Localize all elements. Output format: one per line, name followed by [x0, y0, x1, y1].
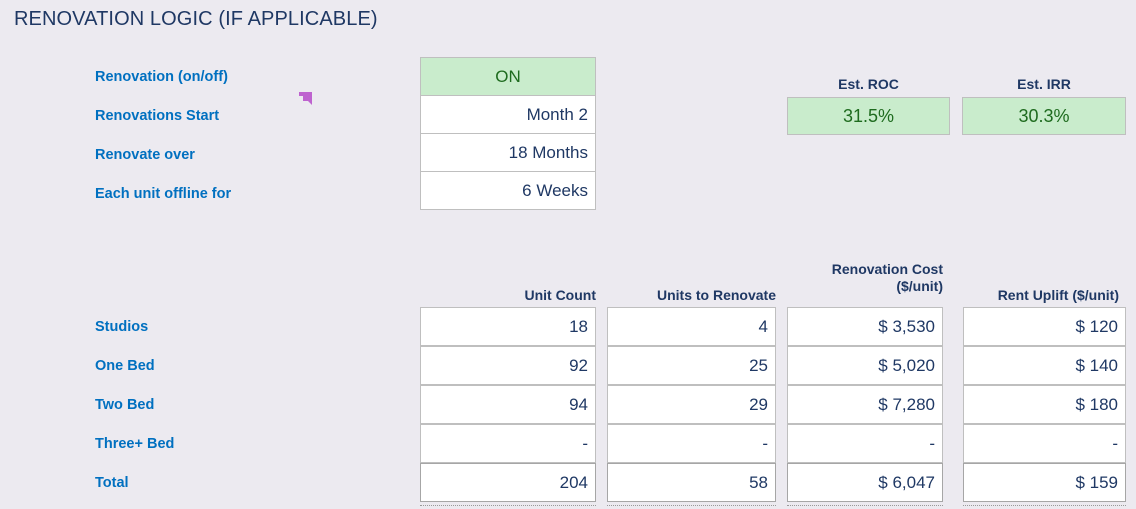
- table-cell-three-plus-bed-rent-uplift[interactable]: -: [963, 424, 1126, 463]
- table-cell-studios-unit-count[interactable]: 18: [420, 307, 596, 346]
- total-underline-renovation-cost: [787, 504, 943, 506]
- table-row-label-studios: Studios: [95, 319, 149, 335]
- table-cell-total-unit-count: 204: [420, 463, 596, 502]
- renovation-toggle-cell[interactable]: ON: [420, 57, 596, 96]
- table-cell-total-rent-uplift: $ 159: [963, 463, 1126, 502]
- renovate-over-cell[interactable]: 18 Months: [420, 133, 596, 172]
- cell-selection-marker-icon: [299, 92, 313, 106]
- table-cell-three-plus-bed-renovation-cost[interactable]: -: [787, 424, 943, 463]
- table-cell-three-plus-bed-units-to-renovate[interactable]: -: [607, 424, 776, 463]
- table-cell-total-units-to-renovate: 58: [607, 463, 776, 502]
- table-cell-studios-units-to-renovate[interactable]: 4: [607, 307, 776, 346]
- column-header-units-to-renovate: Units to Renovate: [656, 287, 776, 303]
- table-cell-total-renovation-cost: $ 6,047: [787, 463, 943, 502]
- kpi-value-est-roc: 31.5%: [787, 97, 950, 135]
- table-cell-studios-renovation-cost[interactable]: $ 3,530: [787, 307, 943, 346]
- table-cell-one-bed-rent-uplift[interactable]: $ 140: [963, 346, 1126, 385]
- setting-label-each-unit-offline-for: Each unit offline for: [95, 186, 232, 202]
- table-cell-studios-rent-uplift[interactable]: $ 120: [963, 307, 1126, 346]
- table-cell-one-bed-units-to-renovate[interactable]: 25: [607, 346, 776, 385]
- column-header-unit-count: Unit Count: [524, 287, 596, 303]
- kpi-label-est-irr: Est. IRR: [1017, 76, 1071, 92]
- table-cell-two-bed-units-to-renovate[interactable]: 29: [607, 385, 776, 424]
- setting-label-renovate-over: Renovate over: [95, 147, 195, 163]
- each-unit-offline-for-cell[interactable]: 6 Weeks: [420, 171, 596, 210]
- setting-label-renovation-on-off: Renovation (on/off): [95, 69, 228, 85]
- table-cell-two-bed-renovation-cost[interactable]: $ 7,280: [787, 385, 943, 424]
- column-header-rent-uplift: Rent Uplift ($/unit): [997, 287, 1119, 303]
- table-row-label-total: Total: [95, 475, 129, 491]
- table-row-label-one-bed: One Bed: [95, 358, 155, 374]
- column-header-renovation-cost: Renovation Cost ($/unit): [831, 261, 943, 294]
- table-cell-two-bed-unit-count[interactable]: 94: [420, 385, 596, 424]
- table-row-label-two-bed: Two Bed: [95, 397, 155, 413]
- total-underline-units-to-renovate: [607, 504, 776, 506]
- page-title: RENOVATION LOGIC (IF APPLICABLE): [14, 8, 378, 30]
- kpi-value-est-irr: 30.3%: [962, 97, 1126, 135]
- table-row-label-three-plus-bed: Three+ Bed: [95, 436, 175, 452]
- renovation-settings-group: ON Month 2 18 Months 6 Weeks: [420, 57, 596, 210]
- setting-label-renovations-start: Renovations Start: [95, 108, 220, 124]
- renovations-start-cell[interactable]: Month 2: [420, 95, 596, 134]
- total-underline-unit-count: [420, 504, 596, 506]
- table-cell-three-plus-bed-unit-count[interactable]: -: [420, 424, 596, 463]
- total-underline-rent-uplift: [963, 504, 1126, 506]
- table-cell-two-bed-rent-uplift[interactable]: $ 180: [963, 385, 1126, 424]
- kpi-label-est-roc: Est. ROC: [838, 76, 899, 92]
- table-cell-one-bed-renovation-cost[interactable]: $ 5,020: [787, 346, 943, 385]
- table-cell-one-bed-unit-count[interactable]: 92: [420, 346, 596, 385]
